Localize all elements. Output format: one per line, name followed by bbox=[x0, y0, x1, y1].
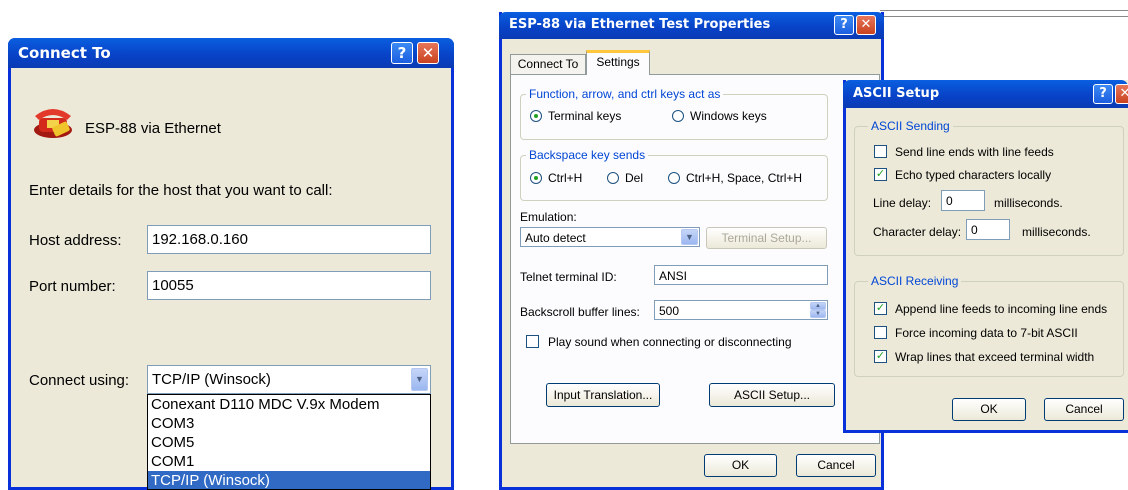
ascii-setup-title: ASCII Setup bbox=[853, 86, 940, 101]
force-7bit-label: Force incoming data to 7-bit ASCII bbox=[895, 326, 1078, 340]
tab-connect-to[interactable]: Connect To bbox=[510, 54, 586, 74]
backspace-group-label: Backspace key sends bbox=[526, 148, 649, 162]
option-com1[interactable]: COM1 bbox=[148, 452, 430, 471]
emulation-label: Emulation: bbox=[520, 210, 577, 224]
prompt-text: Enter details for the host that you want… bbox=[29, 182, 333, 199]
spin-up-icon[interactable]: ▲ bbox=[810, 302, 826, 310]
ascii-setup-dialog: ASCII Setup ? ✕ ASCII Sending Send line … bbox=[843, 80, 1128, 433]
port-number-input[interactable]: 10055 bbox=[147, 271, 431, 300]
terminal-keys-radio[interactable] bbox=[530, 110, 542, 122]
terminal-setup-button[interactable]: Terminal Setup... bbox=[706, 227, 827, 249]
force-7bit-checkbox[interactable] bbox=[874, 326, 887, 339]
backspace-ctrlh-radio[interactable] bbox=[530, 172, 542, 184]
windows-keys-radio[interactable] bbox=[672, 110, 684, 122]
help-icon[interactable]: ? bbox=[1093, 84, 1113, 104]
ascii-sending-label: ASCII Sending bbox=[868, 119, 953, 133]
tab-connect-to-label: Connect To bbox=[517, 57, 579, 71]
backspace-combo-radio[interactable] bbox=[668, 172, 680, 184]
echo-typed-label: Echo typed characters locally bbox=[895, 168, 1052, 182]
host-address-input[interactable]: 192.168.0.160 bbox=[147, 225, 431, 254]
option-com3[interactable]: COM3 bbox=[148, 414, 430, 433]
connect-using-label: Connect using: bbox=[29, 372, 130, 389]
connect-using-select[interactable]: TCP/IP (Winsock) bbox=[147, 365, 431, 394]
host-address-label: Host address: bbox=[29, 232, 122, 249]
port-number-label: Port number: bbox=[29, 278, 116, 295]
ascii-setup-button[interactable]: ASCII Setup... bbox=[709, 383, 835, 407]
wrap-lines-label: Wrap lines that exceed terminal width bbox=[895, 350, 1095, 364]
terminal-keys-label: Terminal keys bbox=[548, 109, 622, 123]
char-delay-unit: milliseconds. bbox=[1022, 225, 1091, 239]
send-line-ends-checkbox[interactable] bbox=[874, 145, 887, 158]
option-conexant-modem[interactable]: Conexant D110 MDC V.9x Modem bbox=[148, 395, 430, 414]
backspace-ctrlh-label: Ctrl+H bbox=[548, 171, 583, 185]
play-sound-label: Play sound when connecting or disconnect… bbox=[548, 335, 792, 349]
append-line-feeds-checkbox[interactable]: ✓ bbox=[874, 302, 887, 315]
telnet-id-label: Telnet terminal ID: bbox=[520, 270, 617, 284]
input-translation-button[interactable]: Input Translation... bbox=[546, 383, 660, 407]
help-icon[interactable]: ? bbox=[391, 42, 413, 64]
ascii-setup-titlebar[interactable]: ASCII Setup ? ✕ bbox=[843, 80, 1128, 108]
backscroll-label: Backscroll buffer lines: bbox=[520, 305, 640, 319]
ascii-ok-button[interactable]: OK bbox=[952, 398, 1026, 421]
keys-group-label: Function, arrow, and ctrl keys act as bbox=[526, 87, 724, 101]
background-window-edge bbox=[880, 10, 1128, 17]
close-icon[interactable]: ✕ bbox=[1115, 84, 1128, 104]
connect-to-titlebar[interactable]: Connect To ? ✕ bbox=[8, 38, 454, 68]
close-icon[interactable]: ✕ bbox=[856, 15, 876, 35]
dropdown-arrow-icon[interactable]: ▼ bbox=[681, 229, 698, 245]
option-com5[interactable]: COM5 bbox=[148, 433, 430, 452]
line-delay-input[interactable]: 0 bbox=[941, 190, 985, 211]
emulation-value: Auto detect bbox=[525, 231, 586, 245]
properties-titlebar[interactable]: ESP-88 via Ethernet Test Properties ? ✕ bbox=[499, 12, 884, 39]
tab-settings[interactable]: Settings bbox=[586, 50, 650, 75]
connect-using-value: TCP/IP (Winsock) bbox=[152, 371, 271, 388]
windows-keys-label: Windows keys bbox=[690, 109, 767, 123]
ascii-receiving-label: ASCII Receiving bbox=[868, 274, 962, 288]
wrap-lines-checkbox[interactable]: ✓ bbox=[874, 350, 887, 363]
connect-to-title: Connect To bbox=[18, 44, 111, 62]
close-icon[interactable]: ✕ bbox=[417, 42, 439, 64]
properties-title: ESP-88 via Ethernet Test Properties bbox=[509, 17, 771, 32]
option-tcpip-winsock[interactable]: TCP/IP (Winsock) bbox=[148, 471, 430, 489]
char-delay-label: Character delay: bbox=[873, 225, 962, 239]
telnet-id-input[interactable]: ANSI bbox=[654, 265, 828, 285]
cancel-button[interactable]: Cancel bbox=[796, 454, 876, 477]
connect-to-dialog: Connect To ? ✕ ESP-88 via Ethernet Enter… bbox=[8, 38, 454, 490]
backspace-combo-label: Ctrl+H, Space, Ctrl+H bbox=[686, 171, 803, 185]
ascii-cancel-button[interactable]: Cancel bbox=[1044, 398, 1124, 421]
backscroll-input[interactable]: 500 bbox=[654, 300, 828, 320]
dropdown-arrow-icon[interactable]: ▼ bbox=[411, 368, 428, 391]
backspace-del-label: Del bbox=[625, 171, 644, 185]
emulation-select[interactable]: Auto detect bbox=[520, 227, 700, 247]
line-delay-label: Line delay: bbox=[873, 196, 932, 210]
help-icon[interactable]: ? bbox=[834, 15, 854, 35]
line-delay-unit: milliseconds. bbox=[994, 196, 1063, 210]
tab-settings-label: Settings bbox=[596, 55, 640, 69]
echo-typed-checkbox[interactable]: ✓ bbox=[874, 168, 887, 181]
play-sound-checkbox[interactable] bbox=[526, 335, 539, 348]
properties-dialog: ESP-88 via Ethernet Test Properties ? ✕ … bbox=[499, 12, 884, 490]
spin-down-icon[interactable]: ▼ bbox=[810, 310, 826, 318]
append-line-feeds-label: Append line feeds to incoming line ends bbox=[895, 302, 1108, 316]
backspace-del-radio[interactable] bbox=[607, 172, 619, 184]
connect-using-options-list: Conexant D110 MDC V.9x Modem COM3 COM5 C… bbox=[147, 394, 431, 490]
ok-button[interactable]: OK bbox=[704, 454, 777, 477]
connection-name: ESP-88 via Ethernet bbox=[85, 120, 221, 137]
char-delay-input[interactable]: 0 bbox=[966, 219, 1010, 240]
phone-icon bbox=[31, 100, 75, 140]
send-line-ends-label: Send line ends with line feeds bbox=[895, 145, 1054, 159]
